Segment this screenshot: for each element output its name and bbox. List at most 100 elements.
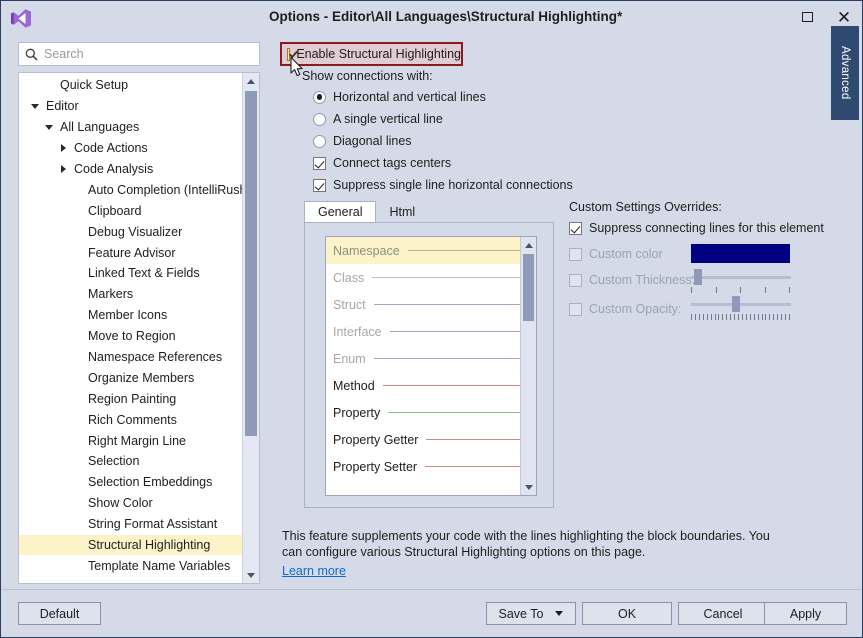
radio-horizontal-vertical-lines[interactable]: Horizontal and vertical lines bbox=[313, 90, 486, 104]
slider-tick bbox=[730, 314, 732, 320]
checkbox-suppress-single-line[interactable]: Suppress single line horizontal connecti… bbox=[313, 178, 573, 192]
show-connections-label: Show connections with: bbox=[302, 69, 433, 83]
sidebar-item-right-margin-line[interactable]: Right Margin Line bbox=[19, 430, 242, 451]
slider-tick bbox=[706, 314, 708, 320]
tree-scrollbar-thumb[interactable] bbox=[245, 91, 257, 436]
sidebar-item-show-color[interactable]: Show Color bbox=[19, 493, 242, 514]
sidebar-item-region-painting[interactable]: Region Painting bbox=[19, 388, 242, 409]
preview-row[interactable]: Method bbox=[326, 372, 536, 399]
close-icon: ✕ bbox=[836, 7, 852, 27]
sidebar-item-move-to-region[interactable]: Move to Region bbox=[19, 326, 242, 347]
slider-tick bbox=[749, 314, 751, 320]
apply-button[interactable]: Apply bbox=[764, 602, 847, 625]
preview-row[interactable]: Property bbox=[326, 399, 536, 426]
default-button[interactable]: Default bbox=[18, 602, 101, 625]
radio-diagonal-lines[interactable]: Diagonal lines bbox=[313, 134, 412, 148]
sidebar-item-feature-advisor[interactable]: Feature Advisor bbox=[19, 242, 242, 263]
tab-html[interactable]: Html bbox=[376, 201, 428, 223]
checkbox-indicator bbox=[313, 178, 326, 192]
sidebar-item-markers[interactable]: Markers bbox=[19, 284, 242, 305]
learn-more-link[interactable]: Learn more bbox=[282, 563, 346, 579]
checkbox-indicator bbox=[569, 221, 582, 235]
sidebar-item-clipboard[interactable]: Clipboard bbox=[19, 200, 242, 221]
checkbox-connect-tags-centers[interactable]: Connect tags centers bbox=[313, 156, 451, 170]
sidebar-item-quick-setup[interactable]: Quick Setup bbox=[19, 75, 242, 96]
sidebar-item-linked-text-fields[interactable]: Linked Text & Fields bbox=[19, 263, 242, 284]
slider-tick bbox=[745, 314, 747, 320]
sidebar-item-auto-completion-intellirush[interactable]: Auto Completion (IntelliRush) bbox=[19, 179, 251, 200]
sidebar-item-structural-highlighting[interactable]: Structural Highlighting bbox=[19, 534, 242, 556]
tree-scrollbar[interactable] bbox=[242, 73, 259, 583]
sidebar-item-rich-comments[interactable]: Rich Comments bbox=[19, 409, 242, 430]
ok-button[interactable]: OK bbox=[582, 602, 672, 625]
sidebar-item-debug-visualizer[interactable]: Debug Visualizer bbox=[19, 221, 242, 242]
element-preview-list[interactable]: Namespace Class Struct Interface Enum Method P… bbox=[325, 236, 537, 496]
preview-row[interactable]: Property Getter bbox=[326, 426, 536, 453]
search-input[interactable]: Search bbox=[18, 42, 260, 66]
preview-row[interactable]: Namespace bbox=[326, 237, 536, 264]
preview-row[interactable]: Enum bbox=[326, 345, 536, 372]
slider-tick bbox=[691, 287, 692, 293]
sidebar-item-label: Markers bbox=[88, 287, 134, 302]
preview-row[interactable]: Interface bbox=[326, 318, 536, 345]
chevron-down-icon[interactable] bbox=[42, 124, 56, 130]
sidebar-item-code-actions[interactable]: Code Actions bbox=[19, 138, 242, 159]
tab-general[interactable]: General bbox=[304, 201, 377, 223]
sidebar-item-label: Selection Embeddings bbox=[88, 475, 213, 490]
sidebar-item-label: Code Analysis bbox=[74, 162, 154, 176]
sidebar-item-template-name-variables[interactable]: Template Name Variables bbox=[19, 555, 242, 576]
slider-ticks bbox=[691, 314, 791, 321]
preview-scrollbar-thumb[interactable] bbox=[523, 254, 534, 321]
chevron-right-icon[interactable] bbox=[56, 165, 70, 173]
preview-row[interactable]: Class bbox=[326, 264, 536, 291]
chevron-right-icon[interactable] bbox=[56, 144, 70, 153]
sidebar-item-all-languages[interactable]: All Languages bbox=[19, 117, 242, 138]
checkbox-label: Connect tags centers bbox=[333, 156, 452, 170]
sidebar-item-label: String Format Assistant bbox=[88, 517, 218, 532]
radio-indicator bbox=[313, 90, 326, 104]
sidebar-item-label: Feature Advisor bbox=[88, 245, 176, 260]
sidebar-item-organize-members[interactable]: Organize Members bbox=[19, 367, 242, 388]
slider-tick bbox=[761, 314, 763, 320]
sidebar-item-member-icons[interactable]: Member Icons bbox=[19, 305, 242, 326]
sidebar-item-editor[interactable]: Editor bbox=[19, 96, 242, 117]
sidebar-item-code-analysis[interactable]: Code Analysis bbox=[19, 159, 242, 180]
sidebar-item-label: Right Margin Line bbox=[88, 433, 186, 448]
cancel-button[interactable]: Cancel bbox=[678, 602, 768, 625]
sidebar-item-label: Rich Comments bbox=[88, 412, 177, 427]
checkbox-label: Custom Thickness: bbox=[589, 273, 696, 287]
preview-row[interactable]: Property Setter bbox=[326, 453, 536, 480]
maximize-button[interactable] bbox=[788, 1, 826, 33]
sidebar-item-selection[interactable]: Selection bbox=[19, 451, 242, 472]
preview-row-connector-line bbox=[382, 385, 527, 386]
checkbox-suppress-connecting-lines[interactable]: Suppress connecting lines for this eleme… bbox=[569, 221, 824, 235]
preview-scrollbar[interactable] bbox=[520, 237, 536, 495]
radio-single-vertical-line[interactable]: A single vertical line bbox=[313, 112, 443, 126]
scroll-down-arrow-icon[interactable] bbox=[243, 567, 259, 583]
advanced-side-tab[interactable]: Advanced bbox=[831, 26, 859, 120]
scroll-up-arrow-icon[interactable] bbox=[521, 237, 536, 253]
tab-strip: General Html bbox=[304, 201, 428, 223]
radio-indicator bbox=[313, 134, 326, 148]
sidebar-item-string-format-assistant[interactable]: String Format Assistant bbox=[19, 514, 242, 535]
sidebar-item-namespace-references[interactable]: Namespace References bbox=[19, 347, 242, 368]
tab-label: General bbox=[318, 205, 363, 219]
slider-thumb[interactable] bbox=[732, 296, 741, 312]
chevron-down-icon[interactable] bbox=[28, 103, 42, 109]
checkbox-indicator bbox=[569, 273, 582, 287]
preview-row[interactable]: Struct bbox=[326, 291, 536, 318]
custom-color-swatch[interactable] bbox=[691, 244, 790, 263]
scroll-down-arrow-icon[interactable] bbox=[521, 479, 536, 495]
sidebar-item-label: Auto Completion (IntelliRush) bbox=[88, 182, 251, 197]
scroll-up-arrow-icon[interactable] bbox=[243, 73, 259, 89]
save-to-button[interactable]: Save To bbox=[486, 602, 576, 625]
preview-row-label: Enum bbox=[333, 351, 366, 366]
sidebar-item-selection-embeddings[interactable]: Selection Embeddings bbox=[19, 472, 242, 493]
sidebar-item-label: Member Icons bbox=[88, 308, 168, 323]
description-block: This feature supplements your code with … bbox=[282, 528, 782, 579]
slider-tick bbox=[694, 314, 696, 320]
slider-thumb[interactable] bbox=[693, 269, 702, 285]
sidebar-item-label: Editor bbox=[46, 99, 79, 114]
enable-structural-highlighting-checkbox[interactable] bbox=[287, 47, 298, 61]
enable-structural-highlighting-row[interactable]: Enable Structural Highlighting bbox=[280, 42, 463, 66]
